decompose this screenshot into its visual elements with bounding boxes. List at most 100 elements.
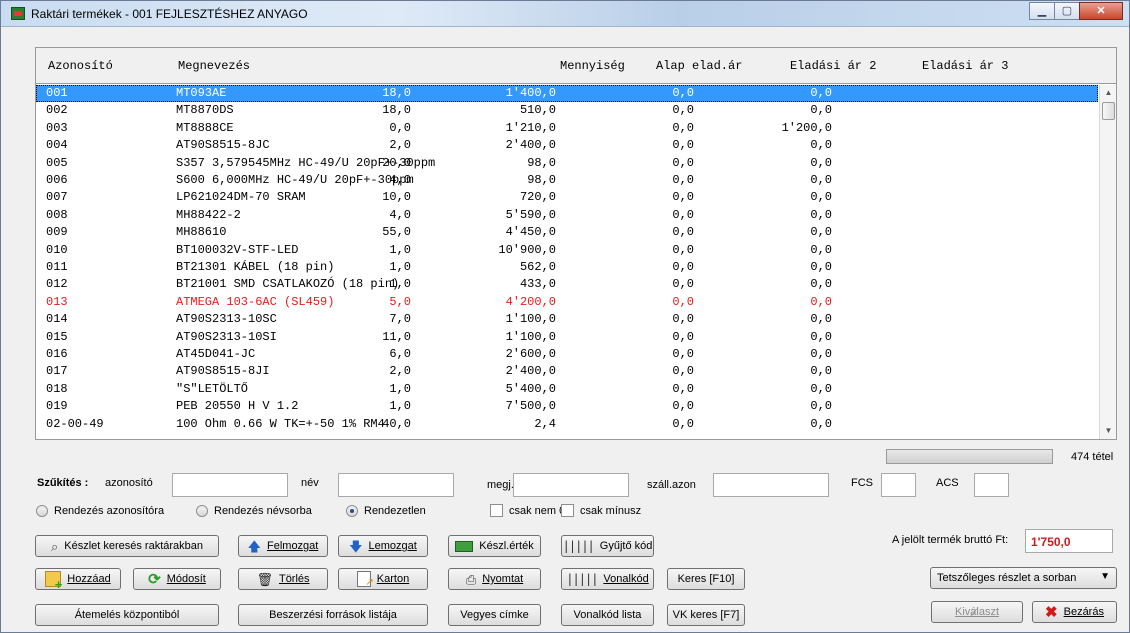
stock-value-button[interactable]: Készl.érték — [448, 535, 541, 557]
vk-search-button[interactable]: VK keres [F7] — [667, 604, 745, 626]
cell-id: 004 — [46, 138, 68, 153]
radio-sort-by-id[interactable]: Rendezés azonosítóra — [36, 505, 164, 517]
table-row[interactable]: 012 BT21001 SMD CSATLAKOZÓ (18 pin) 1,0 433… — [36, 276, 1098, 293]
card-button[interactable]: Karton — [338, 568, 428, 590]
barcode-list-button[interactable]: Vonalkód lista — [561, 604, 654, 626]
col-header-price-3[interactable]: Eladási ár 3 — [922, 59, 1008, 73]
table-row[interactable]: 015 AT90S2313-10SI 11,0 1'100,0 0,0 0,0 — [36, 329, 1098, 346]
filter-supplier-label: száll.azon — [647, 479, 696, 491]
cell-qty: 20,0 — [382, 155, 411, 170]
table-row[interactable]: 010 BT100032V-STF-LED 1,0 10'900,0 0,0 0,0 — [36, 242, 1098, 259]
cell-p2: 0,0 — [672, 347, 694, 361]
delete-button[interactable]: 🗑 Törlés — [238, 568, 328, 590]
checkbox-box — [490, 504, 503, 517]
modify-button[interactable]: ⟳ Módosít — [133, 568, 221, 590]
filter-supplier-input[interactable] — [713, 473, 829, 497]
table-row[interactable]: 011 BT21301 KÁBEL (18 pin) 1,0 562,0 0,0 0,0 — [36, 259, 1098, 276]
table-row[interactable]: 019 PEB 20550 H V 1.2 1,0 7'500,0 0,0 0,0 — [36, 398, 1098, 415]
barcode-icon: ||||| — [562, 538, 595, 553]
close-window-button[interactable]: ✕ — [1079, 2, 1123, 20]
vertical-scrollbar[interactable]: ▲ ▼ — [1099, 85, 1116, 439]
checkbox-not-zero[interactable]: csak nem 0 — [490, 504, 565, 517]
cell-id: 012 — [46, 277, 68, 292]
table-row[interactable]: 009 MH88610 55,0 4'450,0 0,0 0,0 — [36, 224, 1098, 241]
table-row[interactable]: 014 AT90S2313-10SC 7,0 1'100,0 0,0 0,0 — [36, 311, 1098, 328]
cell-id: 009 — [46, 225, 68, 240]
scroll-down-icon[interactable]: ▼ — [1100, 423, 1117, 439]
cell-qty: 7,0 — [389, 312, 411, 327]
add-button[interactable]: Hozzáad — [35, 568, 121, 591]
col-header-qty[interactable]: Mennyiség — [560, 59, 625, 73]
stock-search-button[interactable]: ⌕ Készlet keresés raktárakban — [35, 535, 219, 557]
move-down-button[interactable]: 🡇 Lemozgat — [338, 535, 428, 557]
table-row[interactable]: 02-00-49 100 Ohm 0.66 W TK=+-50 1% RM4 40,… — [36, 416, 1098, 433]
select-button[interactable]: ✓ Kiválaszt — [931, 601, 1023, 623]
title-bar[interactable]: Raktári termékek - 001 FEJLESZTÉSHEZ ANY… — [1, 1, 1129, 27]
table-row[interactable]: 007 LP621024DM-70 SRAM 10,0 720,0 0,0 0,0 — [36, 189, 1098, 206]
cell-qty: 11,0 — [382, 329, 411, 344]
money-icon — [455, 540, 474, 552]
product-grid: Azonosító Megnevezés Mennyiség Alap elad… — [35, 47, 1117, 440]
table-row[interactable]: 006 S600 6,000MHz HC-49/U 20pF+-30ppm 4,0 9… — [36, 172, 1098, 189]
refresh-icon: ⟳ — [148, 570, 161, 588]
cell-qty: 55,0 — [382, 225, 411, 240]
filter-fcs-input[interactable] — [881, 473, 916, 497]
minimize-button[interactable]: ▁ — [1029, 2, 1055, 20]
radio-sort-by-name[interactable]: Rendezés névsorba — [196, 505, 312, 517]
barcode-button[interactable]: ||||| Vonalkód — [561, 568, 654, 590]
table-row[interactable]: 004 AT90S8515-8JC 2,0 2'400,0 0,0 0,0 — [36, 137, 1098, 154]
table-row[interactable]: 016 AT45D041-JC 6,0 2'600,0 0,0 0,0 — [36, 346, 1098, 363]
radio-unsorted[interactable]: Rendezetlen — [346, 505, 426, 517]
table-row[interactable]: 003 MT8888CE 0,0 1'210,0 0,0 1'200,0 — [36, 120, 1098, 137]
filter-desc-input[interactable] — [513, 473, 629, 497]
mixed-label-button[interactable]: Vegyes címke — [448, 604, 541, 626]
cell-name: LP621024DM-70 SRAM — [176, 190, 306, 205]
cell-p3: 0,0 — [810, 294, 832, 309]
cell-p2: 0,0 — [672, 260, 694, 274]
search-f10-button[interactable]: Keres [F10] — [667, 568, 745, 590]
filter-acs-input[interactable] — [974, 473, 1009, 497]
table-row[interactable]: 001 MT093AE 18,0 1'400,0 0,0 0,0 — [36, 85, 1098, 103]
collector-code-button[interactable]: ||||| Gyűjtő kód — [561, 535, 654, 557]
filter-name-input[interactable] — [338, 473, 454, 497]
col-header-id[interactable]: Azonosító — [48, 59, 113, 73]
checkbox-minus-only[interactable]: csak mínusz — [561, 504, 641, 517]
cell-name: ATMEGA 103-6AC (SL459) — [176, 294, 335, 309]
table-row[interactable]: 002 MT8870DS 18,0 510,0 0,0 0,0 — [36, 102, 1098, 119]
scroll-up-icon[interactable]: ▲ — [1100, 85, 1117, 101]
table-row[interactable]: 008 MH88422-2 4,0 5'590,0 0,0 0,0 — [36, 207, 1098, 224]
table-row[interactable]: 013 ATMEGA 103-6AC (SL459) 5,0 4'200,0 0,0 0,… — [36, 294, 1098, 311]
search-mode-dropdown[interactable]: Tetszőleges részlet a sorban ▼ — [930, 567, 1117, 589]
filter-id-input[interactable] — [172, 473, 288, 497]
arrow-down-icon: 🡇 — [349, 538, 363, 554]
filter-title: Szűkítés : — [37, 477, 89, 489]
table-row[interactable]: 018 "S"LETÖLTŐ 1,0 5'400,0 0,0 0,0 — [36, 381, 1098, 398]
cell-p1: 1'100,0 — [505, 329, 556, 344]
progress-bar — [886, 449, 1053, 464]
close-button[interactable]: ✖ Bezárás — [1032, 601, 1117, 623]
print-button[interactable]: ⎙ Nyomtat — [448, 568, 541, 590]
cell-id: 008 — [46, 207, 68, 222]
move-up-button[interactable]: 🡅 Felmozgat — [238, 535, 328, 557]
filter-name-label: név — [301, 477, 319, 489]
radio-dot — [196, 505, 208, 517]
table-row[interactable]: 017 AT90S8515-8JI 2,0 2'400,0 0,0 0,0 — [36, 363, 1098, 380]
col-header-base-price[interactable]: Alap elad.ár — [656, 59, 742, 73]
total-value: 1'750,0 — [1025, 529, 1113, 553]
procurement-list-button[interactable]: Beszerzési források listája — [238, 604, 428, 626]
scroll-thumb[interactable] — [1102, 102, 1115, 120]
add-icon — [45, 571, 62, 591]
cell-name: MH88610 — [176, 225, 227, 240]
cell-id: 005 — [46, 155, 68, 170]
table-row[interactable]: 005 S357 3,579545MHz HC-49/U 20pF+-30ppm 2… — [36, 155, 1098, 172]
cell-name: S600 6,000MHz HC-49/U 20pF+-30ppm — [176, 173, 414, 187]
transfer-central-button[interactable]: Átemelés központiból — [35, 604, 219, 626]
cell-p3: 0,0 — [810, 103, 832, 118]
window-title: Raktári termékek - 001 FEJLESZTÉSHEZ ANY… — [31, 7, 308, 21]
cell-name: AT90S2313-10SC — [176, 312, 277, 327]
col-header-name[interactable]: Megnevezés — [178, 59, 250, 73]
col-header-price-2[interactable]: Eladási ár 2 — [790, 59, 876, 73]
maximize-button[interactable]: ▢ — [1054, 2, 1080, 20]
cell-p2: 0,0 — [672, 329, 694, 344]
cell-qty: 1,0 — [389, 381, 411, 396]
